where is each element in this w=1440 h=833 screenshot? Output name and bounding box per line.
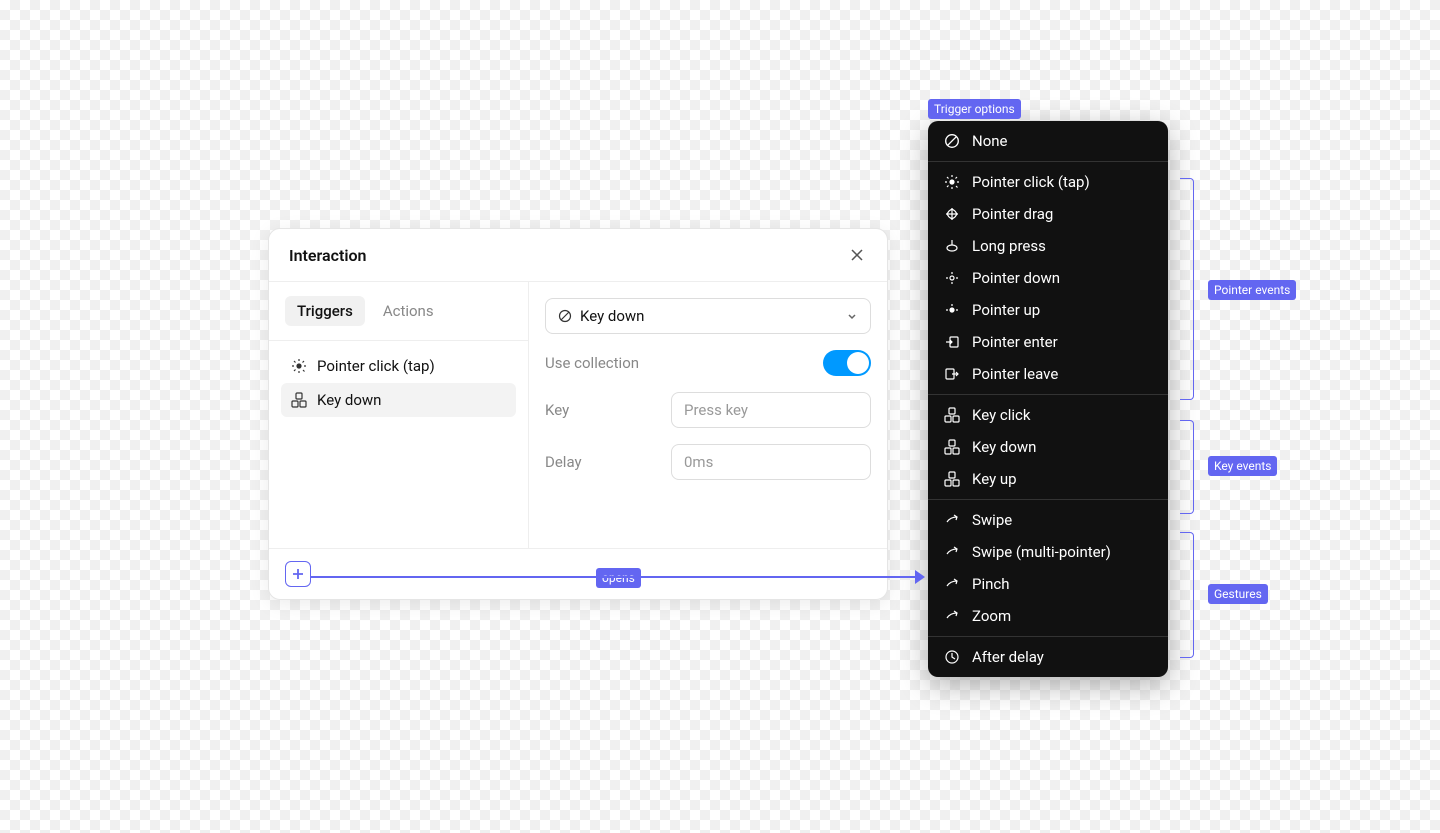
menu-item-label: Key up xyxy=(972,470,1017,488)
arrow-line xyxy=(310,576,920,578)
menu-item-label: Pointer click (tap) xyxy=(972,173,1090,191)
menu-item-label: After delay xyxy=(972,648,1044,666)
menu-item-swipe-multi[interactable]: Swipe (multi-pointer) xyxy=(928,536,1168,568)
annotation-key-events: Key events xyxy=(1208,456,1277,476)
menu-item-pinch[interactable]: Pinch xyxy=(928,568,1168,600)
key-row: Key xyxy=(545,392,871,428)
zoom-icon xyxy=(944,608,960,624)
tab-actions[interactable]: Actions xyxy=(371,296,446,326)
menu-item-label: Swipe xyxy=(972,511,1012,529)
close-button[interactable] xyxy=(847,245,867,265)
pinch-icon xyxy=(944,576,960,592)
menu-item-label: None xyxy=(972,132,1008,150)
pointer-click-icon xyxy=(944,174,960,190)
annotation-pointer-events: Pointer events xyxy=(1208,280,1296,300)
menu-item-label: Pointer leave xyxy=(972,365,1058,383)
bracket-pointer xyxy=(1180,178,1194,400)
tabs: Triggers Actions xyxy=(269,282,528,341)
trigger-type-dropdown[interactable]: Key down xyxy=(545,298,871,334)
right-column: Key down Use collection Key Delay xyxy=(529,282,887,548)
menu-item-label: Pinch xyxy=(972,575,1010,593)
chevron-down-icon xyxy=(846,310,858,322)
key-input[interactable] xyxy=(671,392,871,428)
menu-item-pointer-enter[interactable]: Pointer enter xyxy=(928,326,1168,358)
menu-item-key-click[interactable]: Key click xyxy=(928,399,1168,431)
trigger-options-menu: None Pointer click (tap) Pointer drag Lo… xyxy=(928,121,1168,677)
menu-section-gestures: Swipe Swipe (multi-pointer) Pinch Zoom xyxy=(928,499,1168,636)
keyboard-icon xyxy=(944,439,960,455)
trigger-item-label: Key down xyxy=(317,391,381,409)
menu-section-delay: After delay xyxy=(928,636,1168,677)
annotation-opens: opens xyxy=(596,568,641,588)
menu-item-label: Key down xyxy=(972,438,1036,456)
menu-item-key-up[interactable]: Key up xyxy=(928,463,1168,495)
annotation-trigger-options: Trigger options xyxy=(928,99,1021,119)
swipe-icon xyxy=(944,512,960,528)
menu-item-after-delay[interactable]: After delay xyxy=(928,641,1168,673)
delay-row: Delay xyxy=(545,444,871,480)
pointer-drag-icon xyxy=(944,206,960,222)
trigger-list: Pointer click (tap) Key down xyxy=(269,341,528,548)
key-label: Key xyxy=(545,401,569,419)
none-icon xyxy=(944,133,960,149)
delay-label: Delay xyxy=(545,453,582,471)
add-trigger-button[interactable] xyxy=(285,561,311,587)
pointer-enter-icon xyxy=(944,334,960,350)
arrow-head xyxy=(915,570,925,584)
pointer-down-icon xyxy=(944,270,960,286)
panel-header: Interaction xyxy=(269,229,887,282)
long-press-icon xyxy=(944,238,960,254)
menu-item-label: Pointer down xyxy=(972,269,1060,287)
clock-icon xyxy=(944,649,960,665)
menu-section-pointer: Pointer click (tap) Pointer drag Long pr… xyxy=(928,161,1168,394)
panel-body: Triggers Actions Pointer click (tap) Key… xyxy=(269,282,887,548)
trigger-item-pointer-click[interactable]: Pointer click (tap) xyxy=(281,349,516,383)
trigger-item-label: Pointer click (tap) xyxy=(317,357,435,375)
menu-item-pointer-down[interactable]: Pointer down xyxy=(928,262,1168,294)
menu-item-pointer-drag[interactable]: Pointer drag xyxy=(928,198,1168,230)
toggle-knob xyxy=(847,352,869,374)
none-icon xyxy=(558,309,572,323)
bracket-gestures xyxy=(1180,532,1194,658)
menu-section-none: None xyxy=(928,121,1168,161)
menu-item-pointer-up[interactable]: Pointer up xyxy=(928,294,1168,326)
dropdown-value: Key down xyxy=(580,307,644,325)
menu-item-label: Pointer enter xyxy=(972,333,1058,351)
menu-item-key-down[interactable]: Key down xyxy=(928,431,1168,463)
trigger-item-key-down[interactable]: Key down xyxy=(281,383,516,417)
menu-item-pointer-click[interactable]: Pointer click (tap) xyxy=(928,166,1168,198)
keyboard-icon xyxy=(291,392,307,408)
swipe-icon xyxy=(944,544,960,560)
use-collection-row: Use collection xyxy=(545,350,871,376)
menu-item-label: Pointer drag xyxy=(972,205,1053,223)
menu-item-long-press[interactable]: Long press xyxy=(928,230,1168,262)
menu-section-key: Key click Key down Key up xyxy=(928,394,1168,499)
annotation-gestures: Gestures xyxy=(1208,584,1268,604)
menu-item-label: Zoom xyxy=(972,607,1011,625)
close-icon xyxy=(850,248,864,262)
menu-item-label: Swipe (multi-pointer) xyxy=(972,543,1111,561)
menu-item-label: Long press xyxy=(972,237,1046,255)
keyboard-icon xyxy=(944,471,960,487)
tab-triggers[interactable]: Triggers xyxy=(285,296,365,326)
menu-item-label: Pointer up xyxy=(972,301,1040,319)
plus-icon xyxy=(291,567,305,581)
use-collection-label: Use collection xyxy=(545,354,639,372)
panel-footer xyxy=(269,548,887,599)
keyboard-icon xyxy=(944,407,960,423)
delay-input[interactable] xyxy=(671,444,871,480)
interaction-panel: Interaction Triggers Actions Pointer cli… xyxy=(268,228,888,600)
bracket-key xyxy=(1180,420,1194,514)
panel-title: Interaction xyxy=(289,246,366,265)
menu-item-zoom[interactable]: Zoom xyxy=(928,600,1168,632)
use-collection-toggle[interactable] xyxy=(823,350,871,376)
pointer-click-icon xyxy=(291,358,307,374)
pointer-up-icon xyxy=(944,302,960,318)
menu-item-pointer-leave[interactable]: Pointer leave xyxy=(928,358,1168,390)
menu-item-none[interactable]: None xyxy=(928,125,1168,157)
pointer-leave-icon xyxy=(944,366,960,382)
left-column: Triggers Actions Pointer click (tap) Key… xyxy=(269,282,529,548)
menu-item-label: Key click xyxy=(972,406,1031,424)
menu-item-swipe[interactable]: Swipe xyxy=(928,504,1168,536)
